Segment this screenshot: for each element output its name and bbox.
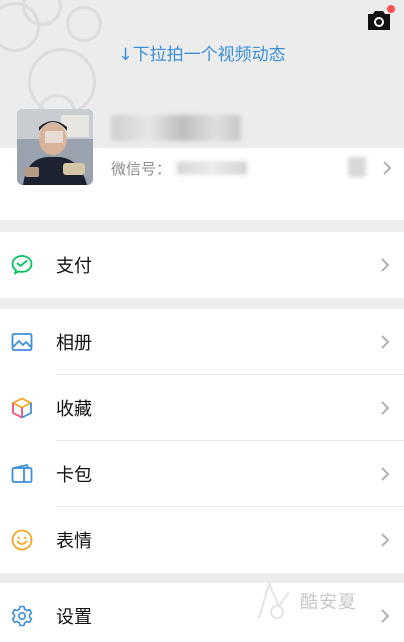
menu-item-album-label: 相册 — [56, 333, 92, 354]
favorites-cube-icon — [12, 397, 32, 419]
card-wallet-icon — [11, 463, 33, 483]
avatar[interactable] — [17, 109, 93, 185]
nickname-blurred — [111, 115, 241, 141]
wechat-id-blurred — [177, 161, 248, 175]
smiley-icon — [11, 529, 33, 551]
menu-item-album[interactable]: 相册 — [0, 309, 404, 375]
avatar-photo — [17, 109, 93, 185]
menu-item-pay-label: 支付 — [56, 256, 92, 277]
notification-dot — [387, 5, 395, 13]
menu-item-favorites[interactable]: 收藏 — [0, 375, 404, 441]
chevron-right-icon — [381, 335, 390, 349]
pull-down-hint[interactable]: ↓下拉拍一个视频动态 — [0, 40, 404, 65]
menu-group-pay: 支付 — [0, 232, 404, 298]
chevron-right-icon — [381, 467, 390, 481]
wechat-id-label: 微信号： — [111, 159, 172, 178]
camera-button[interactable] — [366, 5, 395, 32]
album-icon — [11, 333, 33, 351]
menu-item-cards-label: 卡包 — [56, 465, 92, 486]
menu-item-favorites-label: 收藏 — [56, 399, 92, 420]
menu-group-main: 相册 收藏 卡包 表情 — [0, 309, 404, 573]
wechat-pay-icon — [11, 255, 33, 275]
menu-item-cards[interactable]: 卡包 — [0, 441, 404, 507]
gear-icon — [11, 605, 33, 627]
chevron-right-icon — [381, 609, 390, 623]
watermark-text: 酷安夏 — [300, 592, 357, 613]
decor-bubble — [66, 6, 102, 42]
menu-item-settings-label: 设置 — [56, 607, 92, 628]
chevron-right-icon — [381, 258, 390, 272]
chevron-right-icon — [381, 533, 390, 547]
chevron-right-icon — [383, 161, 392, 175]
wechat-id-row[interactable]: 微信号： — [111, 156, 248, 180]
menu-item-pay[interactable]: 支付 — [0, 232, 404, 298]
chevron-right-icon — [381, 401, 390, 415]
menu-item-stickers[interactable]: 表情 — [0, 507, 404, 573]
qr-code-icon[interactable] — [348, 157, 366, 177]
menu-item-stickers-label: 表情 — [56, 531, 92, 552]
